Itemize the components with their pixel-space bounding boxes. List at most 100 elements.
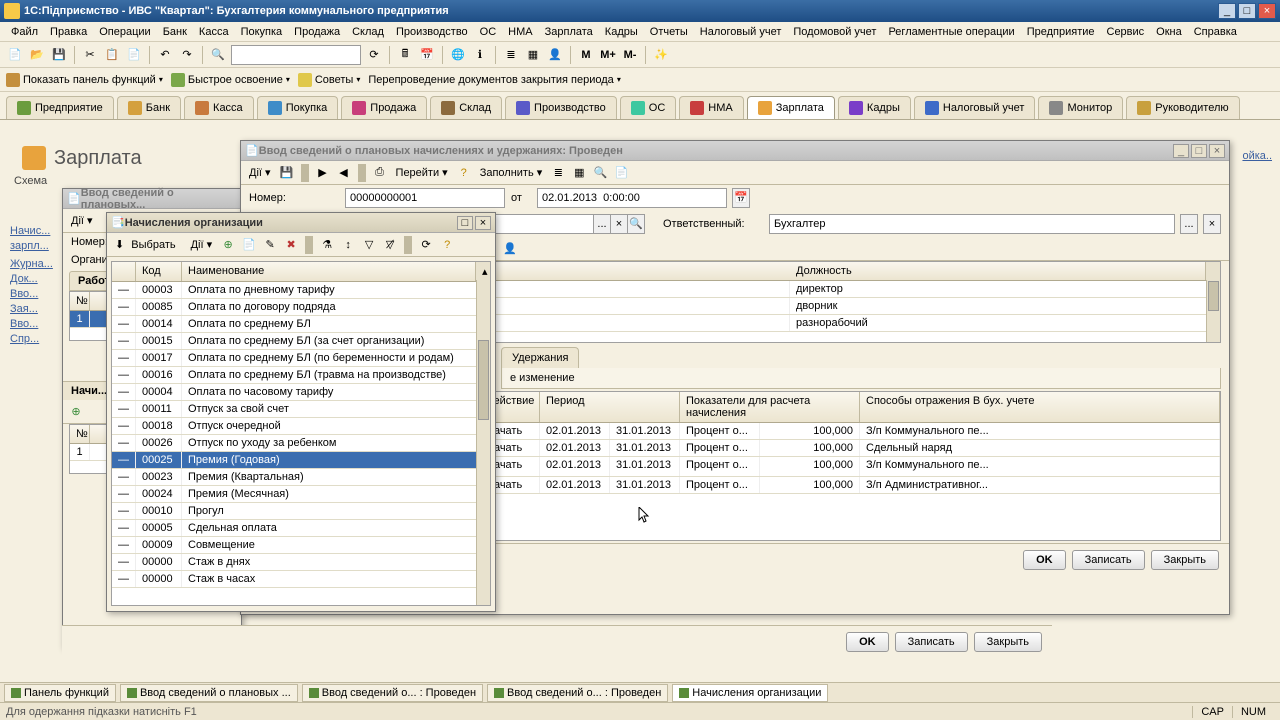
parent-close-button[interactable]: Закрыть [974, 632, 1042, 652]
menu-банк[interactable]: Банк [158, 24, 192, 40]
tab-касса[interactable]: Касса [184, 96, 254, 119]
menu-справка[interactable]: Справка [1189, 24, 1242, 40]
back-row-1[interactable]: 1 [70, 444, 90, 460]
doc-tree-icon[interactable]: ≣ [549, 164, 567, 182]
paste-icon[interactable]: 📄 [125, 46, 143, 64]
search-icon[interactable]: 🔍 [209, 46, 227, 64]
wand-icon[interactable]: ✨ [652, 46, 670, 64]
menu-кадры[interactable]: Кадры [600, 24, 643, 40]
mem-mplus[interactable]: M+ [599, 46, 617, 64]
left-link[interactable]: Зая... [10, 303, 70, 315]
tab-монитор[interactable]: Монитор [1038, 96, 1123, 119]
org-select-btn[interactable]: ... [593, 214, 611, 234]
form-icon[interactable]: ▦ [524, 46, 542, 64]
catalog-row[interactable]: —00017Оплата по среднему БЛ (по беременн… [112, 350, 490, 367]
tab-зарплата[interactable]: Зарплата [747, 96, 835, 119]
catalog-clear-icon[interactable]: ▽̸ [381, 236, 399, 254]
catalog-row[interactable]: —00000Стаж в днях [112, 554, 490, 571]
undo-icon[interactable]: ↶ [156, 46, 174, 64]
settings-link-frag[interactable]: ойка.. [1242, 150, 1272, 162]
deductions-tab[interactable]: Удержания [501, 347, 579, 368]
refresh-icon[interactable]: ⟳ [365, 46, 383, 64]
catalog-row[interactable]: —00023Премия (Квартальная) [112, 469, 490, 486]
catalog-del-icon[interactable]: ✖ [282, 236, 300, 254]
doc-close-button[interactable]: × [1209, 144, 1225, 158]
tab-кадры[interactable]: Кадры [838, 96, 911, 119]
back-n-val[interactable]: 1 [70, 311, 90, 327]
emp-scrollbar[interactable] [1206, 280, 1220, 342]
catalog-row[interactable]: —00005Сдельная оплата [112, 520, 490, 537]
tab-налоговый учет[interactable]: Налоговый учет [914, 96, 1036, 119]
maximize-button[interactable]: □ [1238, 3, 1256, 19]
cat-col-sort-icon[interactable]: ▴ [476, 262, 490, 281]
catalog-help-icon[interactable]: ? [438, 236, 456, 254]
menu-нма[interactable]: НМА [503, 24, 537, 40]
doc-close-button2[interactable]: Закрыть [1151, 550, 1219, 570]
menu-производство[interactable]: Производство [391, 24, 473, 40]
doc-max-button[interactable]: □ [1191, 144, 1207, 158]
sec-Советы[interactable]: Советы ▾ [298, 73, 361, 87]
catalog-row[interactable]: —00003Оплата по дневному тарифу [112, 282, 490, 299]
close-button[interactable]: × [1258, 3, 1276, 19]
menu-продажа[interactable]: Продажа [289, 24, 345, 40]
menu-касса[interactable]: Касса [194, 24, 234, 40]
org-open-btn[interactable]: 🔍 [627, 214, 645, 234]
doc-print-icon[interactable]: 📄 [612, 164, 630, 182]
tab-производство[interactable]: Производство [505, 96, 617, 119]
save-icon[interactable]: 💾 [50, 46, 68, 64]
doc-min-button[interactable]: _ [1173, 144, 1189, 158]
resp-input[interactable] [769, 214, 1175, 234]
tab-ос[interactable]: ОС [620, 96, 677, 119]
menu-правка[interactable]: Правка [45, 24, 92, 40]
catalog-row[interactable]: —00009Совмещение [112, 537, 490, 554]
taskbar-item[interactable]: Панель функций [4, 684, 116, 702]
left-link[interactable]: Док... [10, 273, 70, 285]
left-link[interactable]: Начис... [10, 225, 70, 237]
nomer-input[interactable] [345, 188, 505, 208]
cat-scrollbar[interactable] [476, 280, 490, 605]
menu-склад[interactable]: Склад [347, 24, 389, 40]
resp-select-btn[interactable]: ... [1180, 214, 1198, 234]
sec-Показать п[interactable]: Показать панель функций ▾ [6, 73, 163, 87]
menu-операции[interactable]: Операции [94, 24, 155, 40]
open-icon[interactable]: 📂 [28, 46, 46, 64]
sec-Перепровед[interactable]: Перепроведение документов закрытия перио… [368, 74, 620, 86]
catalog-row[interactable]: —00018Отпуск очередной [112, 418, 490, 435]
taskbar-item[interactable]: Ввод сведений о... : Проведен [302, 684, 483, 702]
catalog-copy-icon[interactable]: 📄 [240, 236, 258, 254]
doc-struct-icon[interactable]: ⎙ [371, 164, 389, 182]
parent-save-button[interactable]: Записать [895, 632, 968, 652]
catalog-refresh-icon[interactable]: ⟳ [417, 236, 435, 254]
left-link[interactable]: Журна... [10, 258, 70, 270]
user-icon[interactable]: 👤 [546, 46, 564, 64]
catalog-row[interactable]: —00015Оплата по среднему БЛ (за счет орг… [112, 333, 490, 350]
parent-ok-button[interactable]: OK [846, 632, 889, 652]
info-icon[interactable]: ℹ [471, 46, 489, 64]
menu-отчеты[interactable]: Отчеты [645, 24, 693, 40]
left-link[interactable]: Вво... [10, 288, 70, 300]
left-link[interactable]: Вво... [10, 318, 70, 330]
tab-покупка[interactable]: Покупка [257, 96, 339, 119]
taskbar-item[interactable]: Ввод сведений о... : Проведен [487, 684, 668, 702]
calendar-icon[interactable]: 📅 [732, 188, 750, 208]
doc-fill[interactable]: Заполнить ▾ [476, 164, 547, 181]
taskbar-item[interactable]: Начисления организации [672, 684, 828, 702]
tab-предприятие[interactable]: Предприятие [6, 96, 114, 119]
tab-склад[interactable]: Склад [430, 96, 502, 119]
menu-предприятие[interactable]: Предприятие [1022, 24, 1100, 40]
back-add-icon[interactable]: ⊕ [67, 403, 85, 421]
catalog-filter-icon[interactable]: ⚗ [318, 236, 336, 254]
catalog-row[interactable]: —00004Оплата по часовому тарифу [112, 384, 490, 401]
catalog-row[interactable]: —00011Отпуск за свой счет [112, 401, 490, 418]
tab-продажа[interactable]: Продажа [341, 96, 427, 119]
catalog-max-button[interactable]: □ [457, 216, 473, 230]
left-link[interactable]: Спр... [10, 333, 70, 345]
tab-банк[interactable]: Банк [117, 96, 181, 119]
globe-icon[interactable]: 🌐 [449, 46, 467, 64]
search-input[interactable] [231, 45, 361, 65]
doc-preview-icon[interactable]: 🔍 [591, 164, 609, 182]
menu-сервис[interactable]: Сервис [1102, 24, 1150, 40]
menu-налоговый учет[interactable]: Налоговый учет [695, 24, 787, 40]
catalog-add-icon[interactable]: ⊕ [219, 236, 237, 254]
catalog-row[interactable]: —00016Оплата по среднему БЛ (травма на п… [112, 367, 490, 384]
